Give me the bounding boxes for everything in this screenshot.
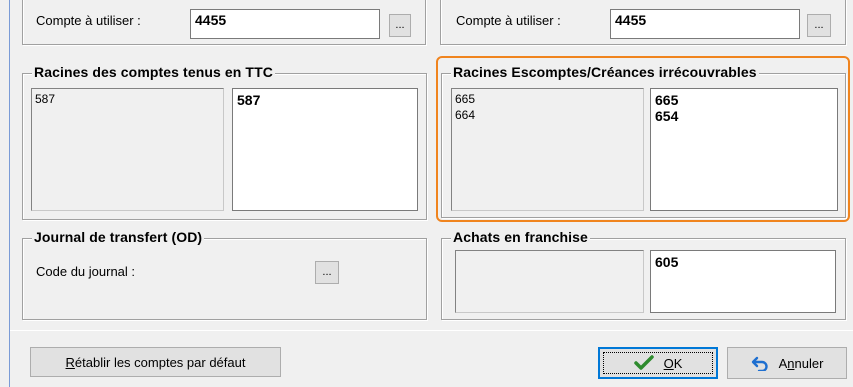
window-left-edge [0,0,10,387]
escompte-selected-list[interactable]: 665 654 [650,88,838,211]
top-right-account-input[interactable]: 4455 [610,9,800,39]
cancel-button[interactable]: Annuler [727,347,847,379]
ttc-group-title: Racines des comptes tenus en TTC [32,64,275,80]
journal-group-title: Journal de transfert (OD) [32,229,205,245]
ok-button[interactable]: OK [598,347,718,379]
ttc-selected-list[interactable]: 587 [232,88,418,211]
reset-defaults-label: Rétablir les comptes par défaut [65,354,246,370]
escompte-available-list[interactable]: 665 664 [451,88,644,211]
list-item[interactable]: 665 [455,91,640,107]
footer-separator [10,330,853,331]
list-item[interactable]: 587 [35,91,220,107]
list-item[interactable]: 605 [655,254,831,270]
list-item[interactable]: 664 [455,107,640,123]
top-right-browse-button[interactable]: ... [807,14,831,37]
top-left-account-input[interactable]: 4455 [190,9,380,39]
journal-code-label: Code du journal : [36,264,136,279]
cancel-label: Annuler [778,355,824,371]
escompte-group-title: Racines Escomptes/Créances irrécouvrable… [451,64,759,80]
franchise-selected-list[interactable]: 605 [650,250,836,313]
reset-defaults-button[interactable]: Rétablir les comptes par défaut [30,347,281,377]
journal-group [22,238,427,320]
list-item[interactable]: 654 [655,108,833,124]
top-left-browse-button[interactable]: ... [389,14,411,37]
list-item[interactable]: 665 [655,92,833,108]
top-right-account-label: Compte à utiliser : [456,13,561,28]
franchise-available-list[interactable] [455,250,644,313]
top-left-account-label: Compte à utiliser : [36,13,141,28]
ttc-available-list[interactable]: 587 [31,88,224,211]
list-item[interactable]: 587 [237,92,413,108]
focus-rect [599,348,717,378]
undo-arrow-icon [751,355,769,371]
journal-browse-button[interactable]: ... [315,261,339,284]
franchise-group-title: Achats en franchise [451,229,590,245]
